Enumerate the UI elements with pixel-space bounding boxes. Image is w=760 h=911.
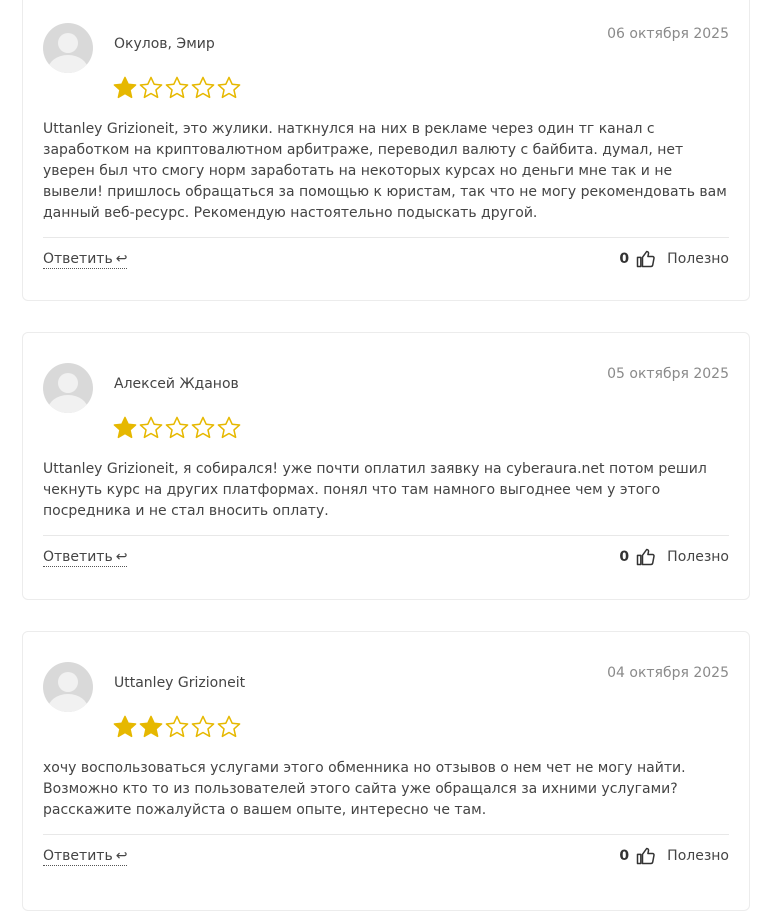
review-date: 05 октября 2025 [607, 366, 729, 382]
reply-button[interactable]: Ответить ↩ [43, 251, 128, 269]
review-card: Uttanley Grizioneit 04 октября 2025 хочу… [22, 631, 750, 911]
star-empty-icon [216, 75, 242, 101]
useful-button[interactable]: Полезно [667, 848, 729, 864]
star-empty-icon [190, 75, 216, 101]
avatar-head-shape [58, 672, 78, 692]
like-count: 0 [619, 848, 630, 864]
reply-button[interactable]: Ответить ↩ [43, 549, 128, 567]
review-author: Окулов, Эмир [114, 36, 215, 52]
vote-block: 0 Полезно [619, 249, 729, 269]
star-empty-icon [164, 75, 190, 101]
star-filled-icon [138, 714, 164, 740]
star-empty-icon [190, 415, 216, 441]
avatar-body-shape [48, 55, 88, 73]
star-filled-icon [112, 415, 138, 441]
useful-button[interactable]: Полезно [667, 549, 729, 565]
star-empty-icon [164, 714, 190, 740]
reply-label: Ответить [43, 251, 113, 267]
reply-arrow-icon: ↩ [115, 848, 128, 864]
like-count: 0 [619, 549, 630, 565]
review-author: Uttanley Grizioneit [114, 675, 246, 691]
avatar-body-shape [48, 395, 88, 413]
review-card: Алексей Жданов 05 октября 2025 Uttanley … [22, 332, 750, 600]
avatar-body-shape [48, 694, 88, 712]
rating-stars [112, 714, 242, 740]
star-empty-icon [216, 415, 242, 441]
star-empty-icon [216, 714, 242, 740]
vote-block: 0 Полезно [619, 846, 729, 866]
review-date: 04 октября 2025 [607, 665, 729, 681]
divider [43, 237, 729, 238]
avatar [43, 662, 93, 712]
review-text: Uttanley Grizioneit, я собирался! уже по… [43, 461, 707, 519]
review-author: Алексей Жданов [114, 376, 239, 392]
thumbs-up-icon[interactable] [635, 547, 655, 567]
star-empty-icon [138, 75, 164, 101]
useful-button[interactable]: Полезно [667, 251, 729, 267]
reply-label: Ответить [43, 549, 113, 565]
star-empty-icon [164, 415, 190, 441]
review-text: Uttanley Grizioneit, это жулики. наткнул… [43, 121, 727, 221]
star-filled-icon [112, 75, 138, 101]
review-date: 06 октября 2025 [607, 26, 729, 42]
thumbs-up-icon[interactable] [635, 249, 655, 269]
vote-block: 0 Полезно [619, 547, 729, 567]
reply-arrow-icon: ↩ [115, 251, 128, 267]
like-count: 0 [619, 251, 630, 267]
avatar-head-shape [58, 33, 78, 53]
reply-label: Ответить [43, 848, 113, 864]
rating-stars [112, 415, 242, 441]
star-empty-icon [138, 415, 164, 441]
divider [43, 834, 729, 835]
thumbs-up-icon[interactable] [635, 846, 655, 866]
reply-button[interactable]: Ответить ↩ [43, 848, 128, 866]
avatar [43, 23, 93, 73]
star-empty-icon [190, 714, 216, 740]
divider [43, 535, 729, 536]
star-filled-icon [112, 714, 138, 740]
rating-stars [112, 75, 242, 101]
review-text: хочу воспользоваться услугами этого обме… [43, 760, 686, 818]
reply-arrow-icon: ↩ [115, 549, 128, 565]
avatar-head-shape [58, 373, 78, 393]
review-card: Окулов, Эмир 06 октября 2025 Uttanley Gr… [22, 0, 750, 301]
avatar [43, 363, 93, 413]
